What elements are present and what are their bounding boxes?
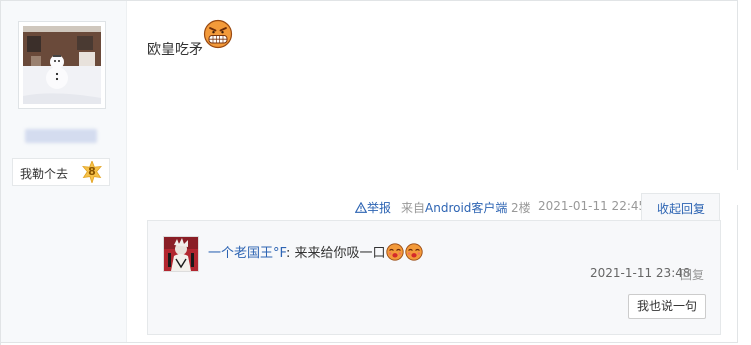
reply-time: 2021-1-11 23:48 (590, 266, 691, 280)
level-number: 8 (88, 165, 96, 178)
level-name: 我勒个去 (20, 167, 69, 181)
frame-bottom-border (0, 342, 738, 343)
client-source: 来自Android客户端 (401, 199, 507, 216)
avatar[interactable] (23, 26, 101, 104)
collapse-replies-tab[interactable]: 收起回复 (641, 193, 720, 220)
star-icon: 8 (81, 159, 103, 185)
frame-right-border (737, 0, 738, 170)
level-badge-box[interactable]: 我勒个去 8 (12, 158, 110, 186)
floor-number: 2楼 (511, 201, 531, 215)
report-label: 举报 (367, 201, 392, 215)
warning-icon (354, 201, 368, 213)
kiss-face-icon (405, 243, 424, 261)
report-link[interactable]: 举报 (354, 199, 392, 216)
say-something-button[interactable]: 我也说一句 (628, 294, 706, 319)
author-sidebar: 我勒个去 8 (1, 1, 127, 342)
grinning-angry-face-icon (203, 19, 233, 49)
client-prefix: 来自 (401, 201, 426, 215)
client-link[interactable]: Android客户端 (425, 201, 507, 215)
kiss-face-icon (386, 243, 405, 261)
reply-text: 一个老国王°F: 来来给你吸一口 (208, 242, 424, 261)
reply-username[interactable]: 一个老国王°F (208, 246, 286, 261)
author-avatar-frame[interactable] (18, 21, 106, 109)
reply-content: : 来来给你吸一口 (285, 246, 386, 261)
avatar[interactable] (163, 236, 199, 272)
reply-panel: 一个老国王°F: 来来给你吸一口 2021-1-11 23:48 回复 我也说一… (147, 220, 721, 335)
collapse-replies-label: 收起回复 (657, 202, 706, 216)
post-time: 2021-01-11 22:45 (538, 199, 647, 213)
reply-link[interactable]: 回复 (680, 266, 704, 283)
post-content: 欧皇吃矛 (147, 42, 203, 58)
frame-right-border (737, 205, 738, 343)
author-name-blurred[interactable] (25, 129, 97, 143)
